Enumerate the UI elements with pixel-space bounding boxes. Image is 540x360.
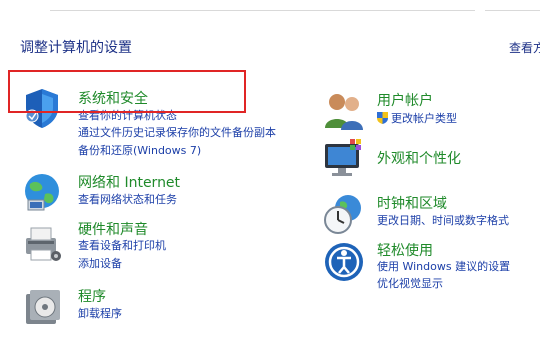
link-network-status[interactable]: 查看网络状态和任务: [78, 193, 177, 207]
category-title-network[interactable]: 网络和 Internet: [78, 172, 180, 192]
users-icon[interactable]: [322, 88, 366, 132]
category-title-ease-of-access[interactable]: 轻松使用: [377, 240, 433, 260]
link-add-device[interactable]: 添加设备: [78, 257, 122, 271]
uac-shield-icon: [377, 112, 388, 124]
link-file-history-backup[interactable]: 通过文件历史记录保存你的文件备份副本: [78, 126, 276, 140]
top-divider: [50, 0, 475, 11]
page-title: 调整计算机的设置: [20, 40, 132, 56]
link-change-account-type-label: 更改帐户类型: [391, 112, 457, 125]
globe-network-icon[interactable]: [20, 170, 64, 214]
category-title-programs[interactable]: 程序: [78, 286, 106, 306]
link-change-date-time-format[interactable]: 更改日期、时间或数字格式: [377, 214, 509, 228]
link-recommended-settings[interactable]: 使用 Windows 建议的设置: [377, 260, 510, 274]
top-divider-right: [485, 0, 540, 11]
programs-icon[interactable]: [22, 284, 66, 328]
category-title-hardware[interactable]: 硬件和声音: [78, 219, 148, 239]
clock-globe-icon[interactable]: [322, 192, 366, 236]
category-title-user-accounts[interactable]: 用户帐户: [377, 90, 433, 110]
link-optimize-visual-display[interactable]: 优化视觉显示: [377, 277, 443, 291]
printer-icon[interactable]: [20, 222, 64, 266]
link-devices-printers[interactable]: 查看设备和打印机: [78, 239, 166, 253]
link-uninstall-program[interactable]: 卸载程序: [78, 307, 122, 321]
highlight-box: [8, 70, 246, 113]
ease-of-access-icon[interactable]: [322, 240, 366, 284]
category-title-appearance[interactable]: 外观和个性化: [377, 148, 461, 168]
view-by-link[interactable]: 查看方: [509, 39, 540, 56]
link-backup-restore[interactable]: 备份和还原(Windows 7): [78, 144, 201, 158]
category-title-clock-region[interactable]: 时钟和区域: [377, 193, 447, 213]
link-change-account-type[interactable]: 更改帐户类型: [377, 112, 457, 126]
monitor-palette-icon[interactable]: [322, 136, 366, 180]
